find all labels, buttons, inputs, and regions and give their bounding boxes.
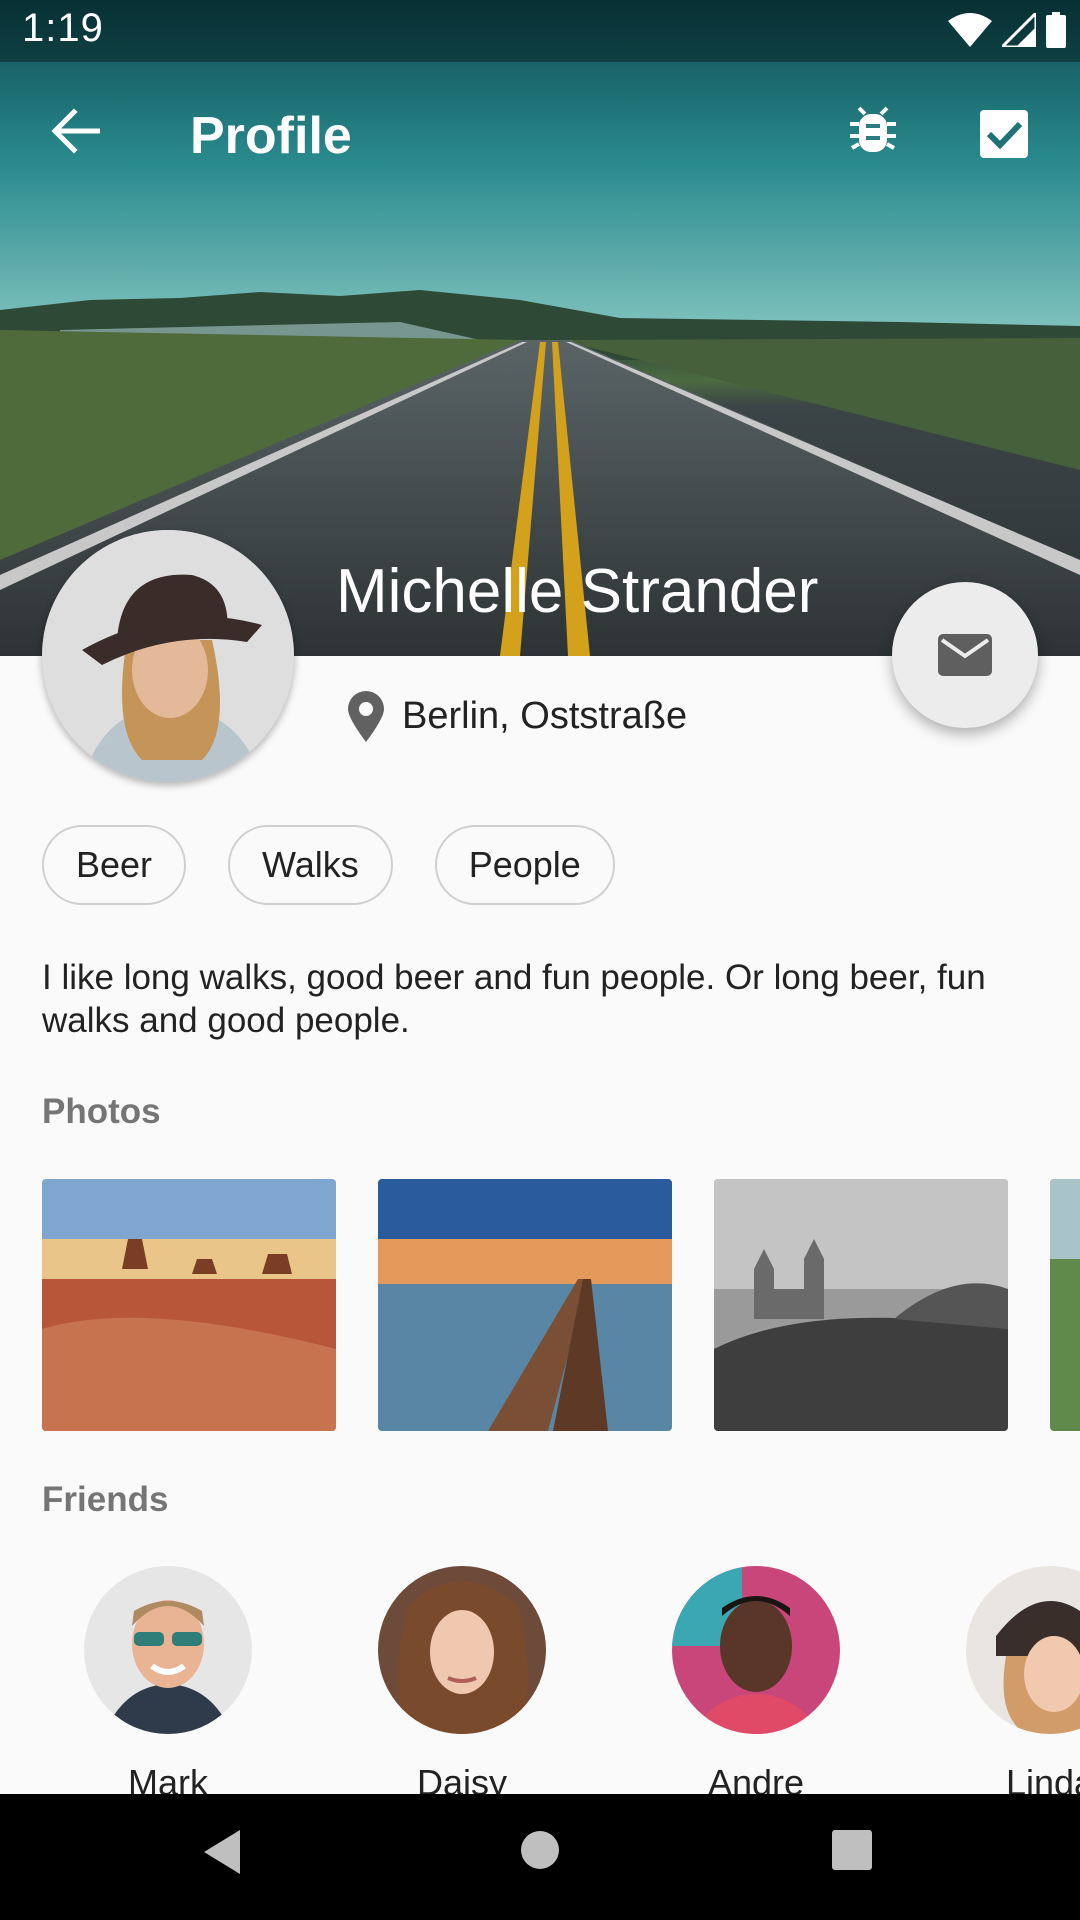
friend-name: Linda	[1005, 1762, 1080, 1794]
mail-icon	[938, 634, 992, 676]
nav-back-button[interactable]	[200, 1828, 260, 1888]
photos-list[interactable]	[42, 1179, 1080, 1431]
friend-item[interactable]: Daisy	[342, 1566, 582, 1794]
app-bar: Profile	[0, 62, 1080, 212]
desert-photo	[42, 1179, 336, 1431]
profile-name: Michelle Strander	[336, 557, 819, 626]
avatar-photo	[42, 530, 294, 782]
photos-section-title: Photos	[42, 1092, 161, 1131]
nav-home-icon	[521, 1831, 559, 1869]
friend-item[interactable]: Mark	[48, 1566, 288, 1794]
chip-walks[interactable]: Walks	[228, 825, 393, 905]
bug-report-icon	[850, 106, 896, 152]
friend-photo-mark	[84, 1566, 252, 1734]
friend-avatar	[966, 1566, 1080, 1734]
friends-list[interactable]: Mark Daisy Andre Lind	[0, 1566, 1080, 1794]
arrow-back-icon	[51, 108, 101, 154]
interest-chips: Beer Walks People	[42, 825, 615, 905]
nav-back-icon	[204, 1830, 240, 1874]
location-pin-icon	[348, 691, 384, 742]
page-title: Profile	[190, 107, 352, 165]
friend-photo-andre	[672, 1566, 840, 1734]
nav-recents-button[interactable]	[830, 1828, 890, 1888]
profile-avatar[interactable]	[42, 530, 294, 782]
pier-photo	[378, 1179, 672, 1431]
friend-name: Andre	[707, 1762, 805, 1794]
friend-avatar	[378, 1566, 546, 1734]
friend-name: Daisy	[416, 1762, 508, 1794]
nav-home-button[interactable]	[518, 1828, 578, 1888]
cell-signal-icon	[1002, 13, 1036, 47]
status-bar: 1:19	[0, 0, 1080, 62]
forest-photo	[1050, 1179, 1080, 1431]
system-nav-bar	[0, 1794, 1080, 1920]
check-box-icon	[980, 110, 1028, 158]
back-button[interactable]	[40, 108, 110, 168]
message-button[interactable]	[892, 582, 1038, 728]
status-icons	[948, 12, 1066, 48]
battery-icon	[1046, 12, 1066, 48]
friend-avatar	[672, 1566, 840, 1734]
nav-recents-icon	[832, 1830, 872, 1870]
chip-people[interactable]: People	[434, 825, 615, 905]
photo-castle[interactable]	[714, 1179, 1008, 1431]
friend-avatar	[84, 1566, 252, 1734]
castle-photo	[714, 1179, 1008, 1431]
bio-text: I like long walks, good beer and fun peo…	[42, 958, 986, 1040]
friend-item[interactable]: Andre	[636, 1566, 876, 1794]
photo-pier[interactable]	[378, 1179, 672, 1431]
friend-photo-linda	[966, 1566, 1080, 1734]
wifi-icon	[948, 13, 992, 47]
save-button[interactable]	[980, 110, 1034, 164]
friend-name: Mark	[128, 1762, 208, 1794]
location-text: Berlin, Oststraße	[402, 694, 688, 737]
chip-beer[interactable]: Beer	[42, 825, 187, 905]
bug-report-button[interactable]	[850, 104, 910, 170]
photo-forest[interactable]	[1050, 1179, 1080, 1431]
location-row: Berlin, Oststraße	[346, 690, 687, 742]
status-time: 1:19	[22, 6, 104, 50]
friend-photo-daisy	[378, 1566, 546, 1734]
friends-section-title: Friends	[42, 1480, 169, 1519]
friend-item[interactable]: Linda	[930, 1566, 1080, 1794]
photo-desert[interactable]	[42, 1179, 336, 1431]
